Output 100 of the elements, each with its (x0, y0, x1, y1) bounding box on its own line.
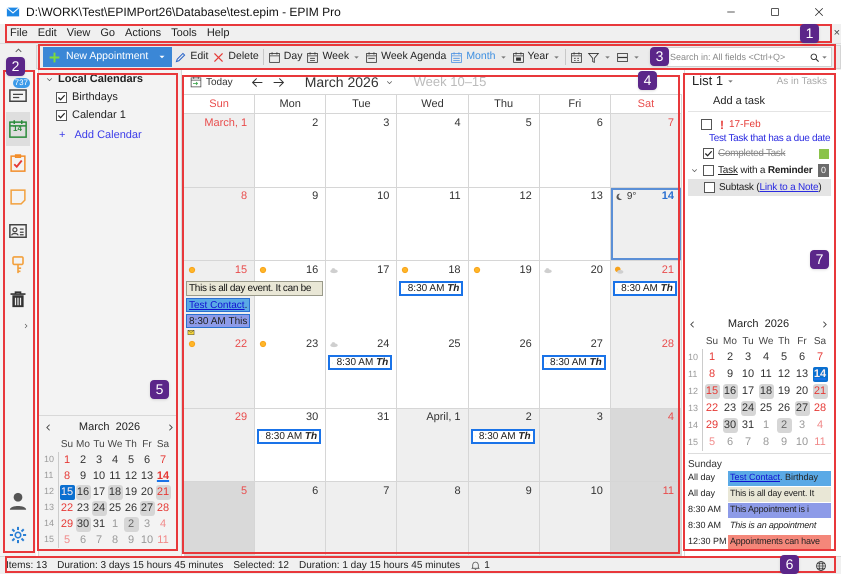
recurring-event[interactable]: 8:30 AM Th (470, 428, 535, 444)
day-number[interactable]: 8 (454, 483, 461, 500)
calendar-day[interactable]: 2 (76, 452, 90, 468)
calendar-day[interactable]: 18 (758, 384, 774, 399)
calendar-day[interactable]: 22 (60, 500, 74, 516)
calendar-day[interactable]: 29 (60, 516, 74, 532)
calendar-day[interactable]: 10 (740, 367, 756, 382)
contact-link[interactable]: Test Contact (730, 471, 780, 485)
add-task-field[interactable]: Add a task (713, 93, 765, 110)
calendar-day[interactable]: 29 (704, 418, 720, 433)
calendar-day[interactable]: 2 (124, 516, 138, 532)
calendar-day[interactable]: 25 (108, 500, 122, 516)
day-number[interactable]: 11 (449, 188, 461, 205)
task-row[interactable]: ! 17-Feb Test Task that has a due date (688, 115, 831, 145)
calendar-day[interactable]: 4 (108, 452, 122, 468)
day-number[interactable]: April, 1 (426, 409, 461, 426)
day-number[interactable]: 16 (306, 262, 318, 279)
day-number[interactable]: 6 (596, 114, 603, 132)
calendar-day[interactable]: 19 (124, 484, 138, 500)
calendar-day[interactable]: 8 (60, 468, 74, 484)
calendar-day[interactable]: 6 (794, 350, 810, 365)
edit-button[interactable]: Edit (172, 47, 210, 67)
calendar-day[interactable]: 6 (140, 452, 154, 468)
calendar-day[interactable]: 9 (722, 367, 738, 382)
calendar-day[interactable]: 8 (704, 367, 720, 382)
day-number[interactable]: 3 (383, 114, 390, 132)
day-number[interactable]: 25 (448, 336, 461, 352)
day-number[interactable]: 7 (383, 483, 390, 500)
close-panel-button[interactable]: × (834, 25, 840, 42)
calendar-day[interactable]: 15 (60, 484, 74, 500)
day-number[interactable]: 6 (312, 483, 318, 500)
menu-item[interactable]: Help (202, 25, 234, 42)
day-number[interactable]: 9 (526, 483, 532, 500)
appointment-event[interactable]: 8:30 AM This (186, 314, 250, 328)
all-day-event[interactable]: This is all day event. It can be (186, 281, 324, 296)
calendar-day[interactable]: 25 (758, 401, 774, 416)
calendar-day[interactable]: 4 (758, 350, 774, 365)
calendar-day[interactable]: 23 (722, 401, 738, 416)
tree-group[interactable]: Local Calendars (58, 70, 143, 88)
agenda-event[interactable]: This is an appointment (728, 519, 818, 533)
calendar-day[interactable]: 12 (776, 367, 792, 382)
task-row[interactable]: Task with a Reminder 0 (688, 162, 831, 179)
day-number[interactable]: 13 (590, 188, 603, 205)
calendar-day[interactable]: 1 (60, 452, 74, 468)
task-row[interactable]: Subtask (Link to a Note) (688, 179, 831, 196)
calendar-day[interactable]: 1 (704, 350, 720, 365)
calendar-day[interactable]: 17 (740, 384, 756, 399)
calendar-day[interactable]: 3 (92, 452, 106, 468)
day-number[interactable]: 2 (526, 409, 532, 426)
task-row[interactable]: Completed Task (688, 145, 831, 162)
calendar-day[interactable]: 14 (156, 468, 170, 484)
day-number[interactable]: 4 (454, 114, 461, 132)
recurring-event[interactable]: 8:30 AM Th (612, 281, 677, 296)
agenda-event[interactable]: This is all day event. It (728, 486, 831, 502)
calendar-day[interactable]: 17 (92, 484, 106, 500)
day-button[interactable]: Day (266, 47, 304, 67)
list-title[interactable]: List 1 (692, 71, 724, 91)
menu-item[interactable]: Tools (166, 25, 202, 42)
contact-link[interactable]: Test Contact (189, 298, 245, 313)
calendar-day[interactable]: 3 (740, 350, 756, 365)
calendar-day[interactable]: 20 (140, 484, 154, 500)
calendar-day[interactable]: 27 (140, 500, 154, 516)
calendar-day[interactable]: 31 (92, 516, 106, 532)
menu-item[interactable]: Edit (32, 25, 62, 42)
menu-item[interactable]: Go (95, 25, 120, 42)
calendar-day[interactable]: 18 (108, 484, 122, 500)
birthday-event[interactable]: Test Contact. (186, 298, 250, 312)
day-number[interactable]: 24 (377, 336, 390, 352)
day-number[interactable]: 12 (519, 188, 532, 205)
calendar-day[interactable]: 16 (76, 484, 90, 500)
menu-item[interactable]: Actions (120, 25, 166, 42)
month-title[interactable]: March 2026 (304, 72, 379, 92)
year-button[interactable]: Year (510, 47, 563, 67)
calendar-day[interactable]: 2 (776, 418, 792, 433)
day-number[interactable]: 27 (590, 336, 603, 352)
calendar-day[interactable]: 16 (722, 384, 738, 399)
calendar-day[interactable]: 13 (794, 367, 810, 382)
day-number[interactable]: 20 (590, 262, 603, 279)
day-number[interactable]: 17 (377, 262, 390, 279)
agenda-event[interactable]: This Appointment is i (728, 502, 831, 518)
calendar-day[interactable]: 5 (124, 452, 138, 468)
calendar-day[interactable]: 5 (776, 350, 792, 365)
recurring-event[interactable]: 8:30 AM Th (328, 355, 392, 370)
calendar-day[interactable]: 26 (776, 401, 792, 416)
recurring-event[interactable]: 8:30 AM Th (542, 355, 606, 370)
calendar-day[interactable]: 19 (776, 384, 792, 399)
calendar-day[interactable]: 7 (812, 350, 828, 365)
calendar-day[interactable]: 28 (812, 401, 828, 416)
new-appointment-button[interactable]: New Appointment (43, 47, 172, 67)
day-number[interactable]: 10 (590, 483, 603, 500)
calendar-day[interactable]: 24 (740, 401, 756, 416)
agenda-event[interactable]: Test Contact. Birthday (728, 470, 831, 486)
calendar-day[interactable]: 11 (758, 367, 774, 382)
week-agenda-button[interactable]: Week Agenda (363, 47, 448, 67)
calendar-day[interactable]: 30 (722, 418, 738, 433)
calendar-day[interactable]: 10 (92, 468, 106, 484)
recurring-event[interactable]: 8:30 AM Th (257, 428, 322, 444)
calendar-day[interactable]: 31 (740, 418, 756, 433)
day-number[interactable]: 9 (312, 188, 318, 205)
day-number[interactable]: 23 (306, 336, 318, 352)
